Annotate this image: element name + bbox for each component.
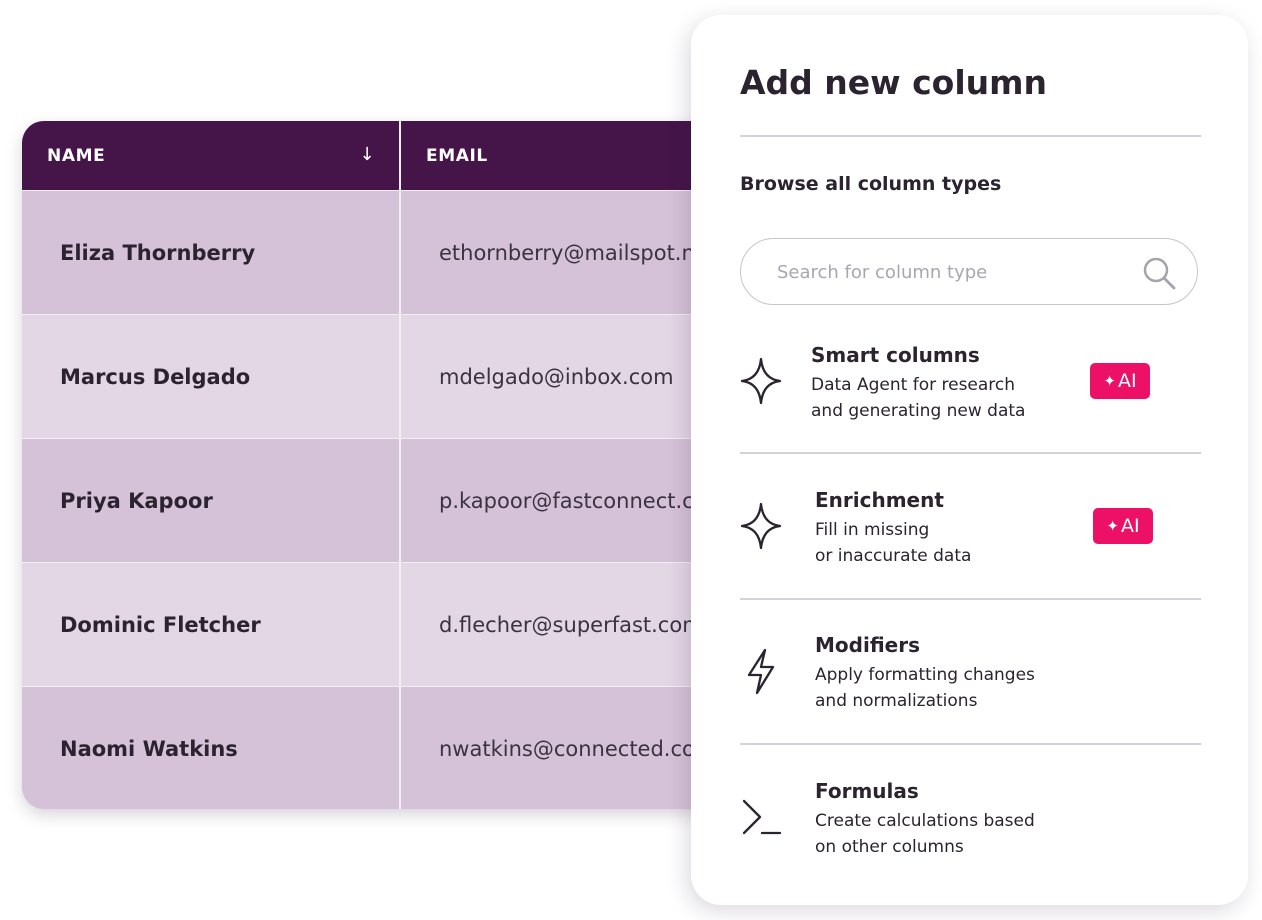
contacts-table: NAME ↓ EMAIL Eliza Thornberry ethornberr…	[22, 121, 762, 809]
ai-badge: ✦ AI	[1093, 508, 1153, 544]
column-type-description: Create calculations based on other colum…	[815, 808, 1035, 860]
sparkle-icon: ✦	[1106, 517, 1119, 535]
sparkle-icon	[740, 357, 782, 405]
description-line: on other columns	[815, 837, 964, 857]
search-icon[interactable]	[1141, 255, 1177, 291]
table-row[interactable]: Naomi Watkins nwatkins@connected.co	[22, 686, 762, 809]
column-type-title: Formulas	[815, 779, 919, 803]
name-cell: Eliza Thornberry	[60, 240, 256, 265]
table-row[interactable]: Eliza Thornberry ethornberry@mailspot.n	[22, 190, 762, 314]
browse-label: Browse all column types	[740, 173, 1002, 195]
search-box[interactable]	[740, 238, 1198, 305]
name-cell: Marcus Delgado	[60, 364, 251, 389]
ai-badge: ✦ AI	[1090, 363, 1150, 399]
table-row[interactable]: Priya Kapoor p.kapoor@fastconnect.c	[22, 438, 762, 562]
description-line: and generating new data	[811, 401, 1026, 421]
column-type-enrichment[interactable]: Enrichment Fill in missing or inaccurate…	[740, 488, 1201, 598]
column-type-title: Modifiers	[815, 633, 920, 657]
email-cell: mdelgado@inbox.com	[439, 364, 674, 389]
email-cell: p.kapoor@fastconnect.c	[439, 488, 694, 513]
name-cell: Priya Kapoor	[60, 488, 213, 513]
panel-title: Add new column	[740, 63, 1048, 102]
column-type-title: Enrichment	[815, 488, 944, 512]
sparkle-icon: ✦	[1103, 372, 1116, 390]
column-divider[interactable]	[399, 121, 401, 809]
name-cell: Dominic Fletcher	[60, 612, 261, 637]
column-type-description: Data Agent for research and generating n…	[811, 372, 1025, 424]
email-cell: d.flecher@superfast.com	[439, 612, 703, 637]
sort-descending-icon[interactable]: ↓	[359, 143, 375, 167]
description-line: Data Agent for research	[811, 375, 1016, 395]
divider	[740, 452, 1201, 454]
divider	[740, 598, 1201, 600]
column-type-description: Fill in missing or inaccurate data	[815, 517, 971, 569]
column-header-email-label: EMAIL	[426, 145, 488, 166]
table-header: NAME ↓ EMAIL	[22, 121, 762, 190]
table-row[interactable]: Dominic Fletcher d.flecher@superfast.com	[22, 562, 762, 686]
column-type-modifiers[interactable]: Modifiers Apply formatting changes and n…	[740, 633, 1201, 743]
divider	[740, 135, 1201, 137]
ai-badge-label: AI	[1117, 370, 1137, 392]
column-type-smart-columns[interactable]: Smart columns Data Agent for research an…	[740, 343, 1201, 453]
description-line: Fill in missing	[815, 520, 930, 540]
description-line: and normalizations	[815, 691, 978, 711]
sparkle-icon	[740, 502, 782, 550]
terminal-prompt-icon	[742, 799, 782, 835]
add-column-panel: Add new column Browse all column types S…	[691, 15, 1248, 905]
column-type-title: Smart columns	[811, 343, 980, 367]
table-row[interactable]: Marcus Delgado mdelgado@inbox.com	[22, 314, 762, 438]
column-header-name[interactable]: NAME	[47, 121, 397, 190]
search-input[interactable]	[775, 253, 1119, 291]
column-type-formulas[interactable]: Formulas Create calculations based on ot…	[740, 779, 1201, 889]
email-cell: ethornberry@mailspot.n	[439, 240, 695, 265]
column-type-description: Apply formatting changes and normalizati…	[815, 662, 1035, 714]
description-line: or inaccurate data	[815, 546, 972, 566]
email-cell: nwatkins@connected.co	[439, 736, 695, 761]
description-line: Apply formatting changes	[815, 665, 1035, 685]
column-header-name-label: NAME	[47, 145, 106, 166]
description-line: Create calculations based	[815, 811, 1035, 831]
lightning-icon	[747, 648, 775, 695]
divider	[740, 743, 1201, 745]
ai-badge-label: AI	[1120, 515, 1140, 537]
name-cell: Naomi Watkins	[60, 736, 238, 761]
